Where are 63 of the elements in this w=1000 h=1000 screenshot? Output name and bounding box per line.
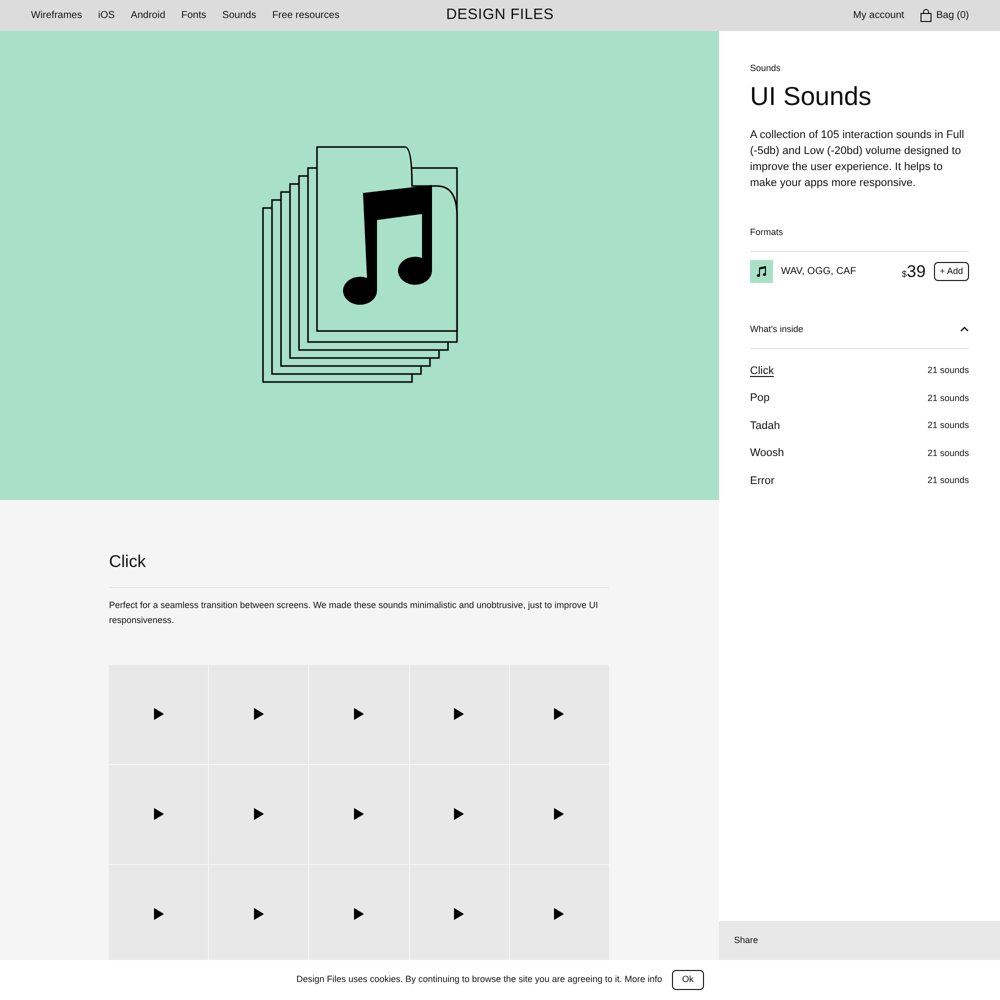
play-icon — [354, 808, 364, 820]
price: 39 — [906, 261, 926, 283]
whats-inside-header[interactable]: What's inside — [750, 322, 969, 349]
format-name: WAV, OGG, CAF — [781, 265, 858, 280]
category-link[interactable]: Pop — [750, 390, 770, 406]
ok-button[interactable]: Ok — [672, 970, 704, 990]
sound-count: 21 sounds — [927, 474, 969, 487]
sound-tile[interactable] — [309, 764, 409, 864]
section-title: Click — [109, 549, 609, 588]
nav-link[interactable]: Wireframes — [31, 8, 82, 23]
play-icon — [254, 708, 264, 720]
play-icon — [154, 908, 164, 920]
sound-count: 21 sounds — [927, 419, 969, 432]
sound-tile[interactable] — [109, 664, 208, 764]
sound-tile[interactable] — [209, 664, 308, 764]
play-icon — [154, 708, 164, 720]
sound-tile[interactable] — [410, 664, 509, 764]
share-label: Share — [734, 934, 758, 947]
whats-inside-label: What's inside — [750, 322, 804, 336]
play-icon — [354, 708, 364, 720]
sound-tile[interactable] — [309, 664, 409, 764]
sound-count: 21 sounds — [927, 446, 969, 460]
sound-tile[interactable] — [109, 764, 208, 864]
formats-label: Formats — [750, 226, 969, 252]
nav-link[interactable]: iOS — [98, 8, 115, 23]
play-icon — [554, 908, 564, 920]
sound-tile[interactable] — [209, 764, 308, 864]
sound-tile[interactable] — [510, 664, 609, 764]
add-button[interactable]: + Add — [934, 262, 969, 282]
sound-count: 21 sounds — [927, 364, 969, 377]
play-icon — [454, 708, 464, 720]
bag-link[interactable]: Bag (0) — [936, 8, 970, 23]
price-currency: $ — [902, 268, 907, 281]
cookie-notice: Design Files uses cookies. By continuing to browse the site you are agreeing to it. More info — [296, 973, 662, 986]
play-icon — [154, 808, 164, 820]
play-icon — [454, 808, 464, 820]
product-title: UI Sounds — [750, 80, 872, 112]
category-link[interactable]: Error — [750, 472, 774, 489]
play-icon — [254, 908, 264, 920]
section-description: Perfect for a seamless transition between screens. We made these sounds minimalistic and unobtrusive, just to improve UI responsiveness. — [109, 598, 600, 627]
play-icon — [254, 808, 264, 820]
play-icon — [554, 708, 564, 720]
category-link[interactable]: Click — [750, 362, 774, 379]
site-logo[interactable]: DESIGN FILES — [446, 4, 554, 27]
sound-tile[interactable] — [510, 764, 609, 864]
sound-count: 21 sounds — [927, 392, 969, 404]
category-label: Sounds — [750, 62, 782, 75]
sound-tile[interactable] — [410, 764, 509, 864]
nav-link[interactable]: Android — [130, 8, 166, 23]
more-info-link[interactable]: More info — [624, 974, 662, 984]
play-icon — [554, 808, 564, 820]
category-link[interactable]: Tadah — [750, 418, 780, 434]
music-note-icon — [756, 266, 767, 278]
nav-link[interactable]: Fonts — [181, 8, 206, 23]
product-description: A collection of 105 interaction sounds in Full (-5db) and Low (-20bd) volume designed to improve the user experience. It helps to make your apps more responsive. — [750, 128, 966, 190]
nav-link[interactable]: Free resources — [272, 8, 340, 23]
play-icon — [454, 908, 464, 920]
category-link[interactable]: Woosh — [750, 445, 784, 462]
account-link[interactable]: My account — [853, 8, 904, 23]
play-icon — [354, 908, 364, 920]
nav-link[interactable]: Sounds — [222, 8, 256, 23]
bag-icon[interactable] — [920, 9, 932, 22]
share-bar[interactable]: Share — [719, 921, 1000, 960]
